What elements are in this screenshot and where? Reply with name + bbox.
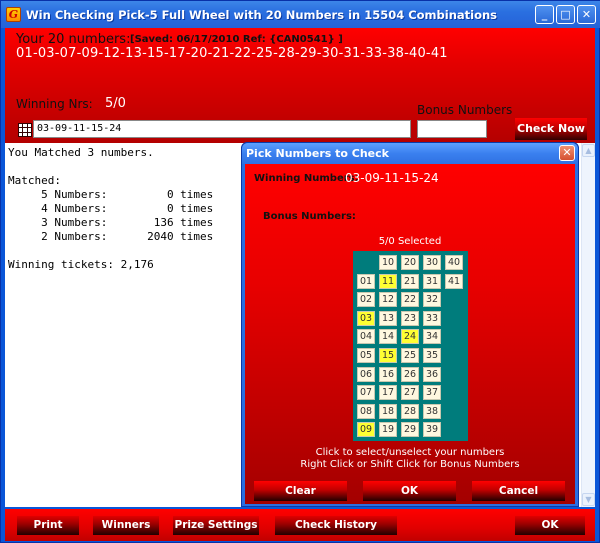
scroll-down-icon[interactable]: ▼ xyxy=(582,493,595,506)
number-cell-13[interactable]: 13 xyxy=(379,310,397,326)
number-cell-24[interactable]: 24 xyxy=(401,329,419,345)
bonus-numbers-input[interactable] xyxy=(417,120,487,138)
result-line: 2 Numbers: 2040 times xyxy=(8,230,214,243)
your-numbers-label: Your 20 numbers: xyxy=(16,32,131,47)
result-line: You Matched 3 numbers. xyxy=(8,146,154,159)
number-cell-26[interactable]: 26 xyxy=(401,366,419,382)
pick-numbers-dialog: Pick Numbers to Check ✕ Winning Numbers:… xyxy=(241,142,579,507)
number-cell-20[interactable]: 20 xyxy=(401,255,419,270)
dialog-title-bar[interactable]: Pick Numbers to Check ✕ xyxy=(242,143,578,164)
number-cell-40[interactable]: 40 xyxy=(445,255,463,270)
number-cell-15[interactable]: 15 xyxy=(379,348,397,363)
hint-line-2: Right Click or Shift Click for Bonus Num… xyxy=(300,459,520,470)
result-line: 3 Numbers: 136 times xyxy=(8,216,214,229)
check-history-button[interactable]: Check History xyxy=(275,516,397,535)
number-cell-35[interactable]: 35 xyxy=(423,348,441,363)
winning-numbers-input[interactable]: 03-09-11-15-24 xyxy=(33,120,411,138)
number-grid: 01 02 03 04 05 06 07 08 09 10 11 12 13 14 15 16 17 18 19 20… xyxy=(353,251,468,441)
number-cell-19[interactable]: 19 xyxy=(379,422,397,438)
number-cell-31[interactable]: 31 xyxy=(423,273,441,289)
scroll-up-icon[interactable]: ▲ xyxy=(582,144,595,157)
dialog-body: Winning Numbers: 03-09-11-15-24 Bonus Nu… xyxy=(245,164,575,504)
bottom-toolbar: Print Winners Prize Settings Check Histo… xyxy=(5,509,595,541)
winning-nrs-label: Winning Nrs: xyxy=(16,97,93,111)
number-cell-38[interactable]: 38 xyxy=(423,403,441,419)
number-cell-02[interactable]: 02 xyxy=(357,292,375,308)
number-cell-04[interactable]: 04 xyxy=(357,329,375,345)
number-cell-11[interactable]: 11 xyxy=(379,273,397,289)
number-cell-01[interactable]: 01 xyxy=(357,273,375,289)
dialog-winning-value: 03-09-11-15-24 xyxy=(345,171,439,185)
number-cell-16[interactable]: 16 xyxy=(379,366,397,382)
number-cell-12[interactable]: 12 xyxy=(379,292,397,308)
main-window: G Win Checking Pick-5 Full Wheel with 20… xyxy=(0,0,600,543)
result-line: Winning tickets: 2,176 xyxy=(8,258,154,271)
number-cell-41[interactable]: 41 xyxy=(445,273,463,289)
number-cell-28[interactable]: 28 xyxy=(401,403,419,419)
result-line: 5 Numbers: 0 times xyxy=(8,188,214,201)
number-cell-33[interactable]: 33 xyxy=(423,310,441,326)
number-cell-36[interactable]: 36 xyxy=(423,366,441,382)
your-numbers: 01-03-07-09-12-13-15-17-20-21-22-25-28-2… xyxy=(16,46,448,61)
close-button[interactable]: ✕ xyxy=(577,5,596,24)
number-cell-08[interactable]: 08 xyxy=(357,403,375,419)
number-picker-icon[interactable] xyxy=(18,123,32,137)
window-title: Win Checking Pick-5 Full Wheel with 20 N… xyxy=(26,7,498,22)
dialog-close-button[interactable]: ✕ xyxy=(559,145,575,161)
ok-main-button[interactable]: OK xyxy=(515,516,585,535)
number-cell-21[interactable]: 21 xyxy=(401,273,419,289)
number-cell-18[interactable]: 18 xyxy=(379,403,397,419)
number-cell-09[interactable]: 09 xyxy=(357,422,375,438)
saved-info: [Saved: 06/17/2010 Ref: {CAN0541} ] xyxy=(130,34,343,45)
number-cell-17[interactable]: 17 xyxy=(379,385,397,401)
print-button[interactable]: Print xyxy=(17,516,79,535)
number-cell-27[interactable]: 27 xyxy=(401,385,419,401)
dialog-winning-label: Winning Numbers: xyxy=(254,173,359,184)
bonus-numbers-label: Bonus Numbers xyxy=(417,103,513,117)
dialog-title: Pick Numbers to Check xyxy=(246,147,389,160)
minimize-button[interactable]: _ xyxy=(535,5,554,24)
number-cell-07[interactable]: 07 xyxy=(357,385,375,401)
clear-button[interactable]: Clear xyxy=(254,481,347,501)
number-cell-30[interactable]: 30 xyxy=(423,255,441,270)
title-bar[interactable]: G Win Checking Pick-5 Full Wheel with 20… xyxy=(1,1,600,28)
number-cell-10[interactable]: 10 xyxy=(379,255,397,270)
numbers-header: Your 20 numbers: [Saved: 06/17/2010 Ref:… xyxy=(5,28,595,143)
number-cell-14[interactable]: 14 xyxy=(379,329,397,345)
cancel-button[interactable]: Cancel xyxy=(472,481,565,501)
number-cell-25[interactable]: 25 xyxy=(401,348,419,363)
number-cell-05[interactable]: 05 xyxy=(357,348,375,363)
number-cell-39[interactable]: 39 xyxy=(423,422,441,438)
number-cell-34[interactable]: 34 xyxy=(423,329,441,345)
number-cell-06[interactable]: 06 xyxy=(357,366,375,382)
hint-line-1: Click to select/unselect your numbers xyxy=(315,447,505,458)
maximize-button[interactable]: □ xyxy=(556,5,575,24)
result-line: 4 Numbers: 0 times xyxy=(8,202,214,215)
number-cell-29[interactable]: 29 xyxy=(401,422,419,438)
vertical-scrollbar[interactable]: ▲ ▼ xyxy=(581,143,595,507)
selected-count: 5/0 Selected xyxy=(378,236,442,247)
number-cell-22[interactable]: 22 xyxy=(401,292,419,308)
app-icon: G xyxy=(6,7,21,22)
number-cell-32[interactable]: 32 xyxy=(423,292,441,308)
number-cell-03[interactable]: 03 xyxy=(357,310,375,326)
winners-button[interactable]: Winners xyxy=(93,516,159,535)
dialog-bonus-label: Bonus Numbers: xyxy=(263,211,356,222)
result-line: Matched: xyxy=(8,174,61,187)
ok-button[interactable]: OK xyxy=(363,481,456,501)
winning-count: 5/0 xyxy=(105,96,126,111)
number-cell-23[interactable]: 23 xyxy=(401,310,419,326)
prize-settings-button[interactable]: Prize Settings xyxy=(173,516,259,535)
number-cell-37[interactable]: 37 xyxy=(423,385,441,401)
check-now-button[interactable]: Check Now xyxy=(515,118,587,140)
